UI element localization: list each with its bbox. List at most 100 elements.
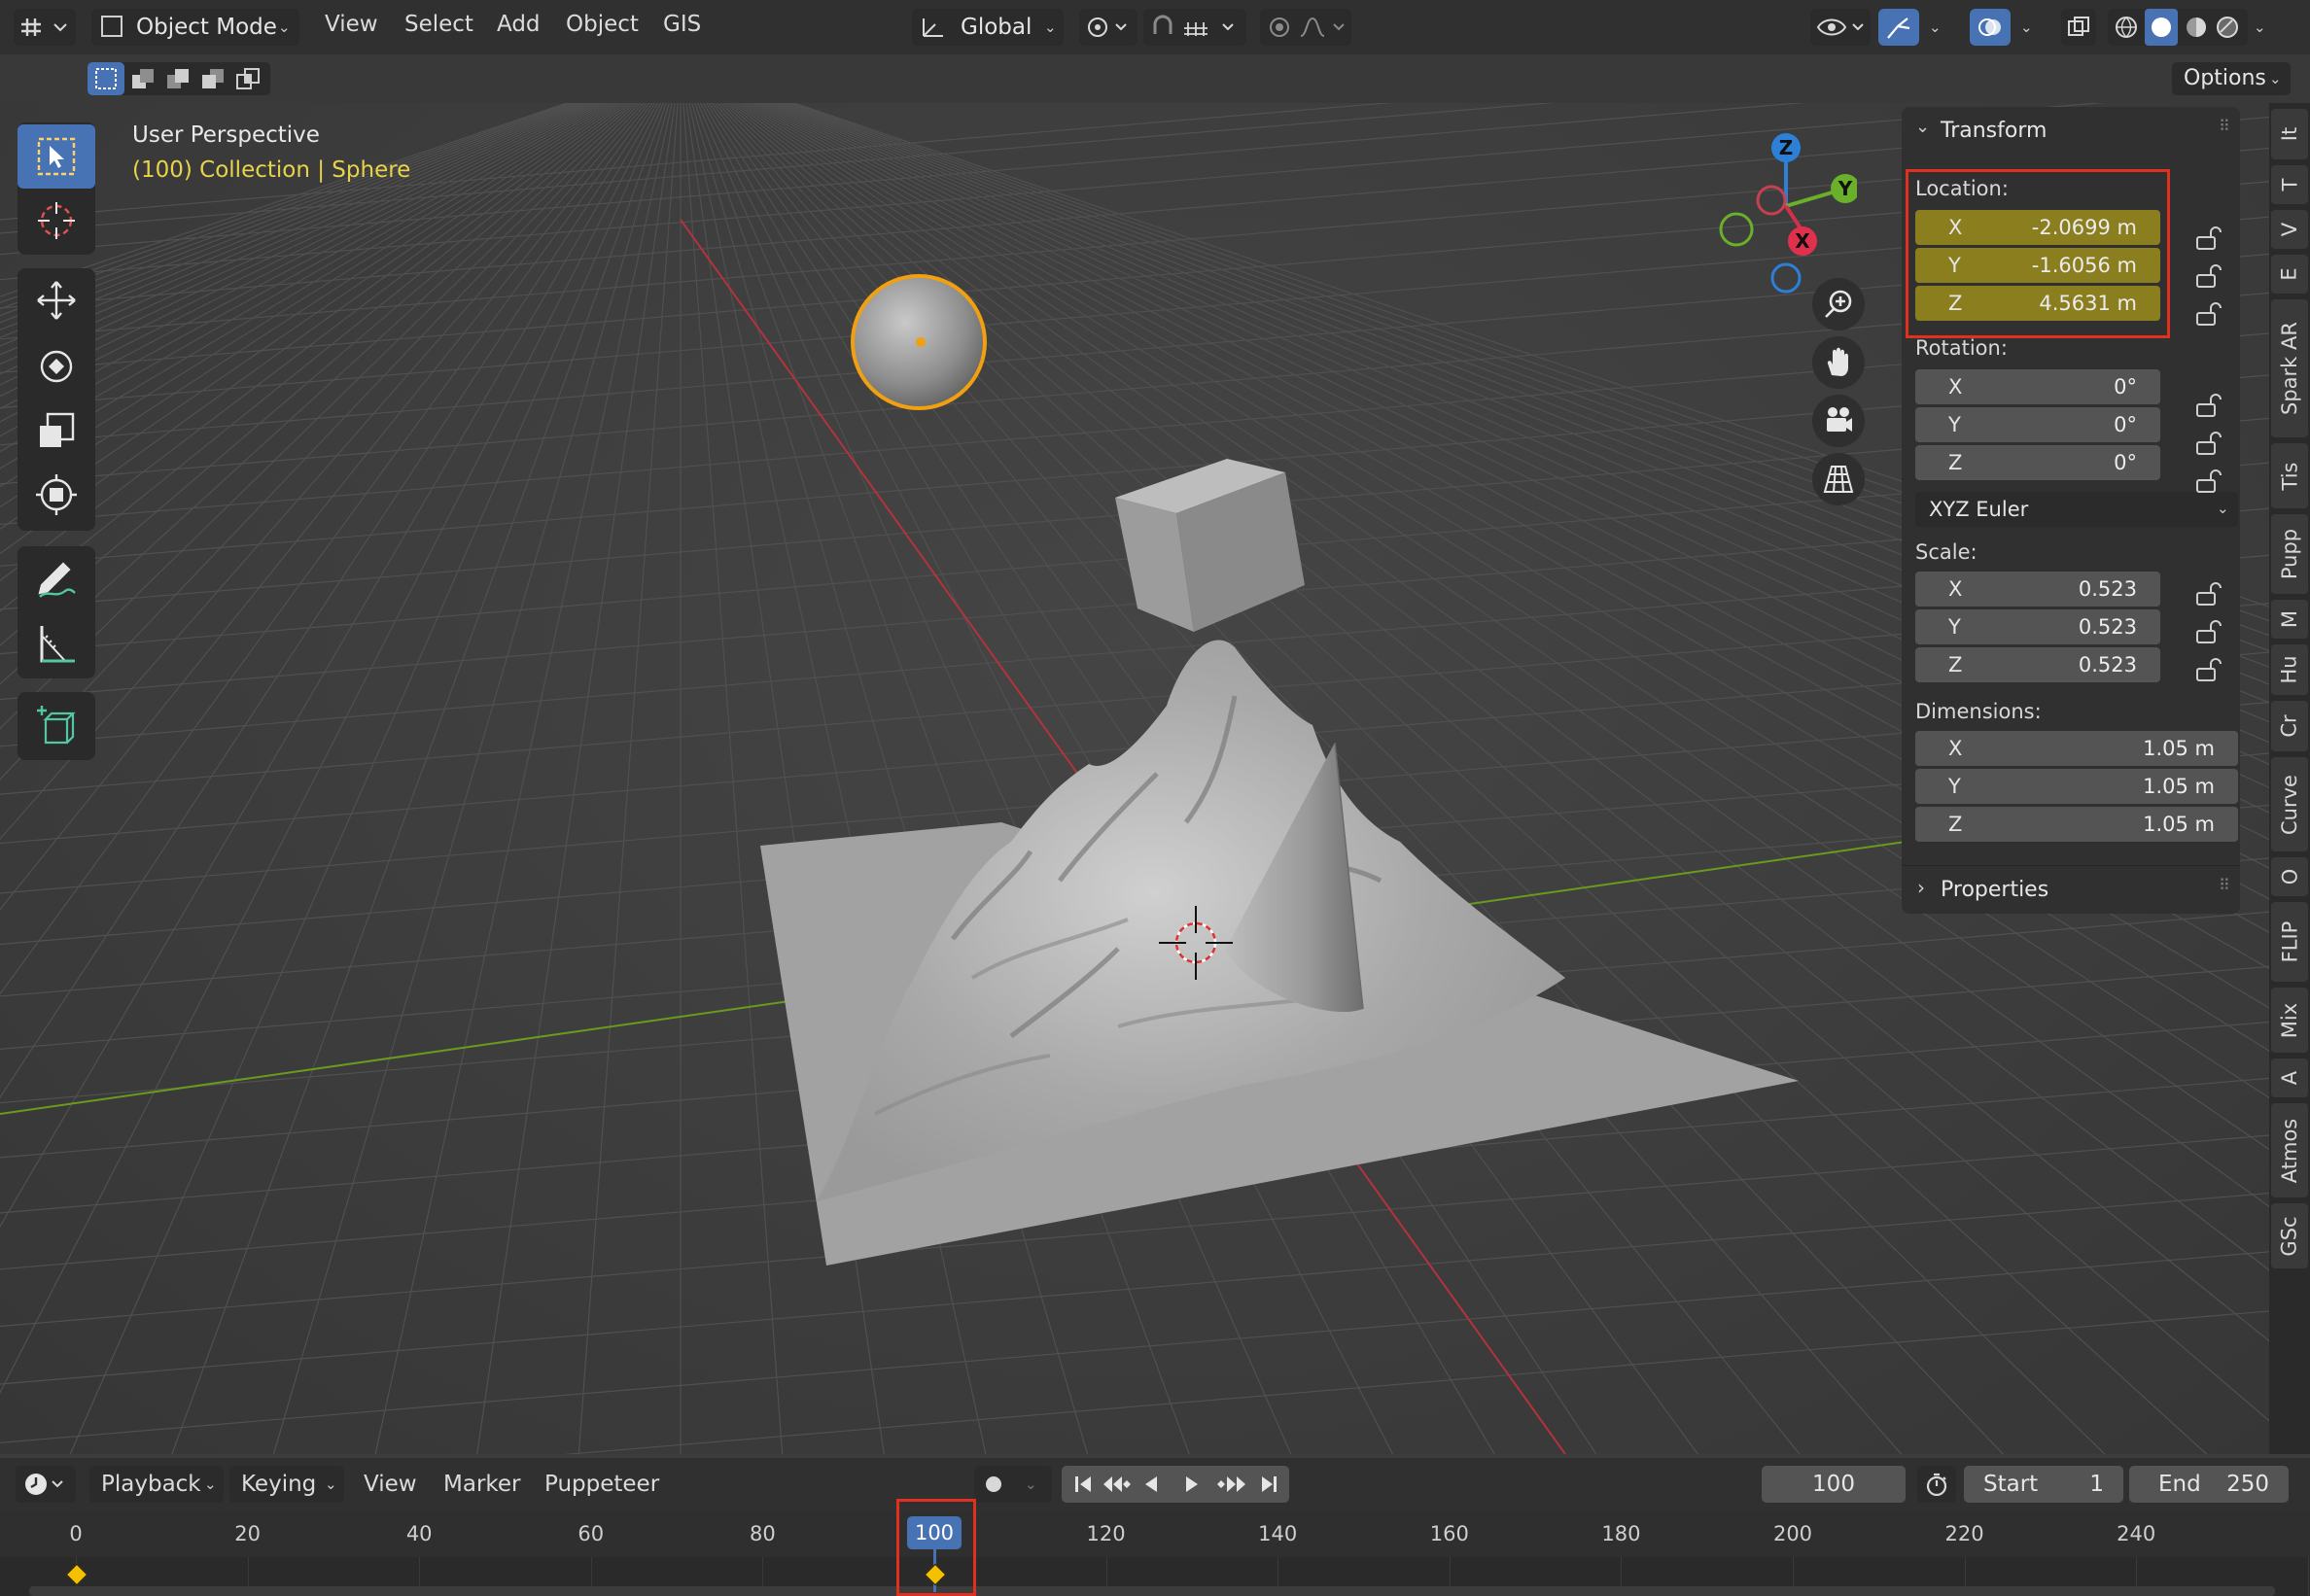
solid-shading-button[interactable]: [2145, 9, 2178, 46]
lock-icon[interactable]: [2193, 468, 2222, 498]
menu-view[interactable]: View: [325, 12, 378, 37]
scale-z-field[interactable]: Z 0.523: [1915, 647, 2160, 682]
proportional-editing-toggle[interactable]: [1260, 9, 1351, 46]
keyframe-track[interactable]: [0, 1557, 2310, 1596]
rotation-y-field[interactable]: Y 0°: [1915, 407, 2160, 442]
playback-menu[interactable]: Playback ⌄: [89, 1466, 224, 1503]
sidebar-tab-atmos[interactable]: Atmos: [2271, 1103, 2308, 1197]
scale-tool[interactable]: [18, 399, 95, 463]
snapping-toggle[interactable]: [1143, 9, 1246, 46]
select-subtract-icon[interactable]: [165, 67, 191, 90]
lock-icon[interactable]: [2193, 657, 2222, 686]
dimensions-z-field[interactable]: Z 1.05 m: [1915, 807, 2238, 842]
transform-orientation-selector[interactable]: Global ⌄: [912, 9, 1064, 46]
chevron-down-icon[interactable]: ⌄: [2254, 18, 2266, 36]
sidebar-tab-cr[interactable]: Cr: [2271, 701, 2308, 751]
pan-view-button[interactable]: [1812, 336, 1865, 389]
wireframe-shading-icon[interactable]: [2114, 15, 2139, 40]
negative-z-handle[interactable]: [1770, 262, 1802, 294]
dimensions-x-field[interactable]: X 1.05 m: [1915, 731, 2238, 766]
add-cube-tool[interactable]: [18, 694, 95, 758]
select-intersect-icon[interactable]: [235, 67, 261, 90]
measure-tool[interactable]: [18, 612, 95, 677]
show-gizmo-toggle[interactable]: [1878, 9, 1919, 46]
timeline-menu-marker[interactable]: Marker: [443, 1472, 521, 1497]
menu-add[interactable]: Add: [497, 12, 541, 37]
frame-ruler[interactable]: 0 20 40 60 80 120 140 160 180 200 220 240: [0, 1512, 2310, 1557]
navigation-gizmo[interactable]: Z Y X: [1692, 122, 1857, 297]
chevron-down-icon[interactable]: ⌄: [2020, 18, 2033, 36]
preview-range-toggle[interactable]: [1917, 1466, 1956, 1503]
timeline-scrollbar[interactable]: [29, 1586, 2275, 1596]
lock-icon[interactable]: [2193, 393, 2222, 422]
sidebar-tab-tis[interactable]: Tis: [2271, 443, 2308, 508]
negative-y-handle[interactable]: [1719, 212, 1754, 247]
drag-handle-icon[interactable]: ⠿: [2219, 117, 2230, 135]
properties-panel-header[interactable]: › Properties ⠿: [1902, 865, 2240, 913]
select-difference-icon[interactable]: [200, 67, 226, 90]
transform-tool[interactable]: [18, 463, 95, 527]
end-frame-field[interactable]: End 250: [2129, 1466, 2289, 1503]
zoom-view-button[interactable]: [1812, 278, 1865, 330]
xray-toggle[interactable]: [2061, 9, 2096, 46]
camera-view-button[interactable]: [1812, 395, 1865, 447]
pivot-point-selector[interactable]: [1079, 9, 1138, 46]
menu-select[interactable]: Select: [404, 12, 473, 37]
lock-icon[interactable]: [2193, 226, 2222, 255]
select-new-button[interactable]: [88, 62, 124, 95]
auto-keying-toggle[interactable]: ⌄: [974, 1466, 1052, 1503]
sidebar-tab-curve[interactable]: Curve: [2271, 757, 2308, 851]
sidebar-tab-spark-ar[interactable]: Spark AR: [2271, 299, 2308, 437]
menu-object[interactable]: Object: [566, 12, 639, 37]
lock-icon[interactable]: [2193, 619, 2222, 648]
editor-type-button[interactable]: [14, 9, 76, 46]
chevron-down-icon[interactable]: ⌄: [1929, 18, 1942, 36]
sidebar-tab-mix[interactable]: Mix: [2271, 988, 2308, 1053]
transform-panel-header[interactable]: ⌄ Transform ⠿: [1902, 107, 2240, 154]
move-tool[interactable]: [18, 268, 95, 332]
rotate-tool[interactable]: [18, 334, 95, 399]
show-overlays-toggle[interactable]: [1970, 9, 2011, 46]
rendered-shading-icon[interactable]: [2215, 15, 2240, 40]
cursor-tool[interactable]: [18, 189, 95, 253]
rotation-z-field[interactable]: Z 0°: [1915, 445, 2160, 480]
negative-x-handle[interactable]: [1756, 185, 1787, 216]
sidebar-tab-pupp[interactable]: Pupp: [2271, 514, 2308, 594]
object-visibility-toggle[interactable]: [1810, 9, 1871, 46]
lock-icon[interactable]: [2193, 263, 2222, 293]
menu-gis[interactable]: GIS: [663, 12, 701, 37]
sidebar-tab-a[interactable]: A: [2271, 1058, 2308, 1097]
timeline-editor-type-button[interactable]: [16, 1466, 76, 1503]
timeline-menu-puppeteer[interactable]: Puppeteer: [544, 1472, 659, 1497]
keying-menu[interactable]: Keying ⌄: [229, 1466, 344, 1503]
timeline-menu-view[interactable]: View: [364, 1472, 417, 1497]
sphere-mesh-selected[interactable]: [851, 274, 987, 410]
rotation-mode-dropdown[interactable]: XYZ Euler ⌄: [1915, 492, 2238, 527]
lock-icon[interactable]: [2193, 581, 2222, 610]
sidebar-tab-flip[interactable]: FLIP: [2271, 902, 2308, 982]
select-extend-icon[interactable]: [130, 67, 156, 90]
dimensions-y-field[interactable]: Y 1.05 m: [1915, 769, 2238, 804]
cube-mesh[interactable]: [1115, 459, 1305, 632]
select-box-tool[interactable]: [18, 124, 95, 189]
lock-icon[interactable]: [2193, 431, 2222, 460]
sidebar-tab-o[interactable]: O: [2271, 857, 2308, 896]
mode-selector[interactable]: Object Mode ⌄: [91, 9, 299, 46]
sidebar-tab-e[interactable]: E: [2271, 255, 2308, 294]
sidebar-tab-v[interactable]: V: [2271, 210, 2308, 249]
perspective-toggle-button[interactable]: [1812, 453, 1865, 505]
sidebar-tab-m[interactable]: M: [2271, 600, 2308, 639]
annotate-tool[interactable]: [18, 546, 95, 610]
options-dropdown[interactable]: Options ⌄: [2172, 62, 2291, 95]
sidebar-tab-hu[interactable]: Hu: [2271, 644, 2308, 695]
lock-icon[interactable]: [2193, 301, 2222, 330]
sidebar-tab-it[interactable]: It: [2271, 109, 2308, 159]
drag-handle-icon[interactable]: ⠿: [2219, 876, 2230, 894]
sidebar-tab-t[interactable]: T: [2271, 165, 2308, 204]
scale-y-field[interactable]: Y 0.523: [1915, 609, 2160, 644]
sidebar-tab-gsc[interactable]: GSc: [2271, 1203, 2308, 1268]
rotation-x-field[interactable]: X 0°: [1915, 369, 2160, 404]
scale-x-field[interactable]: X 0.523: [1915, 572, 2160, 607]
material-shading-icon[interactable]: [2184, 15, 2209, 40]
current-frame-field[interactable]: 100: [1762, 1466, 1906, 1503]
